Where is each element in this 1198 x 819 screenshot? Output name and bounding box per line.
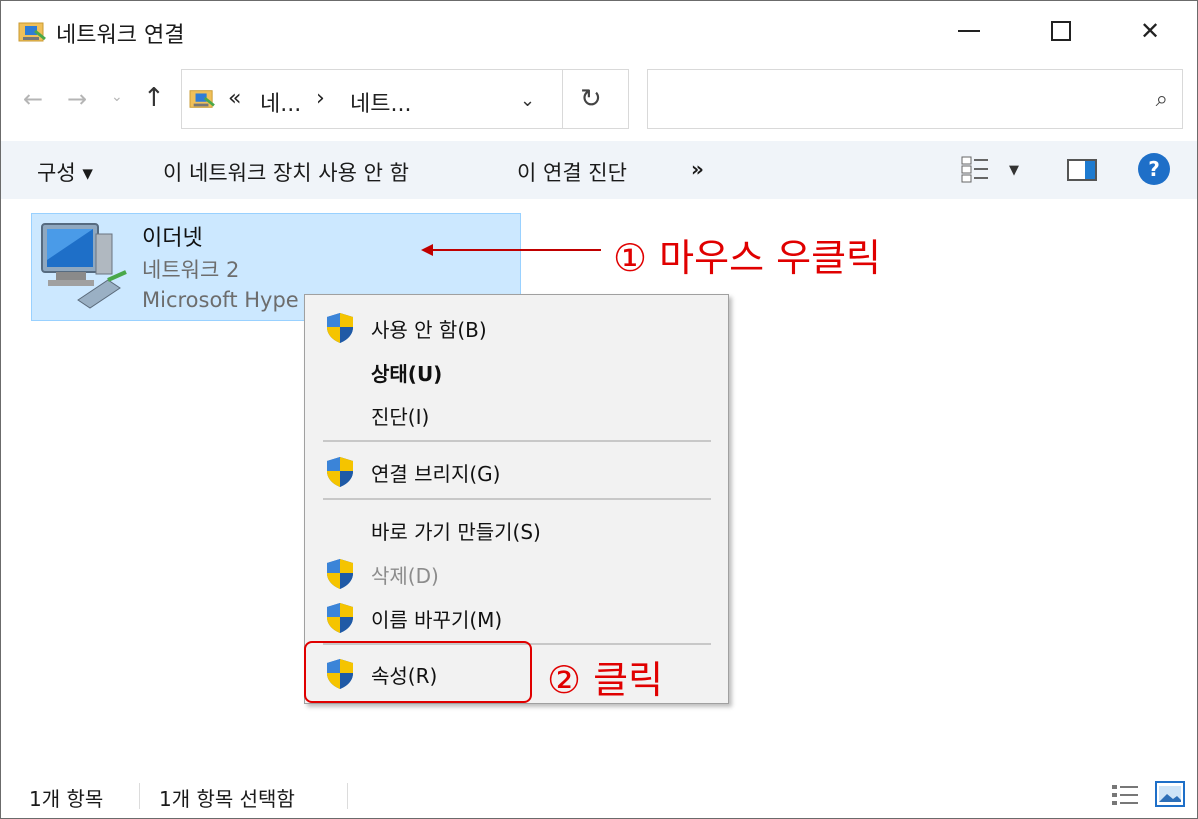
menu-item-label: 이름 바꾸기(M) [371, 608, 503, 632]
preview-pane-icon[interactable] [1067, 159, 1097, 181]
forward-arrow-icon[interactable]: → [67, 85, 87, 113]
menu-item-diagnose[interactable]: 진단(I) [305, 392, 728, 434]
chevron-down-icon[interactable]: ⌄ [520, 90, 535, 111]
menu-item-rename[interactable]: 이름 바꾸기(M) [305, 595, 728, 637]
menu-separator [323, 498, 711, 500]
network-connections-icon [17, 19, 47, 45]
uac-shield-icon [325, 312, 355, 344]
minimize-icon [958, 30, 980, 32]
annotation-arrow-line [429, 249, 601, 251]
divider [562, 70, 563, 128]
menu-item-label: 삭제(D) [371, 564, 439, 588]
diagnose-connection-button[interactable]: 이 연결 진단 [517, 157, 627, 187]
landscape-icon [1159, 786, 1181, 802]
window-title: 네트워크 연결 [56, 23, 185, 48]
menu-item-delete: 삭제(D) [305, 551, 728, 593]
menu-item-label: 바로 가기 만들기(S) [371, 520, 541, 544]
annotation-step-1: ① 마우스 우클릭 [613, 236, 881, 280]
menu-item-label: 연결 브리지(G) [371, 462, 501, 486]
menu-item-label: 사용 안 함(B) [371, 318, 487, 342]
search-input[interactable]: ⌕ [647, 69, 1183, 129]
minimize-button[interactable] [928, 1, 1010, 61]
change-view-icon[interactable] [961, 155, 991, 185]
annotation-arrow-head [421, 244, 433, 256]
menu-item-label: 상태(U) [371, 362, 443, 386]
address-overflow[interactable]: « [228, 86, 241, 111]
menu-item-bridge[interactable]: 연결 브리지(G) [305, 449, 728, 491]
large-icons-view-icon[interactable] [1155, 781, 1185, 807]
back-arrow-icon[interactable]: ← [23, 85, 43, 113]
item-count: 1개 항목 [29, 787, 104, 811]
help-icon[interactable]: ? [1138, 153, 1170, 185]
recent-locations-dropdown-icon[interactable]: ⌄ [111, 89, 123, 105]
uac-shield-icon [325, 456, 355, 488]
menu-item-status[interactable]: 상태(U) [305, 349, 728, 391]
breadcrumb-segment[interactable]: 네... [260, 86, 301, 118]
navigation-bar: ← → ⌄ ↑ « 네... › 네트... ⌄ ↻ ⌕ [1, 61, 1197, 141]
status-bar: 1개 항목 1개 항목 선택함 [1, 771, 1197, 818]
annotation-step-2: ② 클릭 [547, 658, 664, 702]
details-view-icon[interactable] [1111, 783, 1139, 807]
breadcrumb-segment[interactable]: 네트... [350, 86, 411, 118]
title-bar: 네트워크 연결 ✕ [1, 1, 1197, 61]
connection-adapter: Microsoft Hype [142, 288, 299, 312]
maximize-icon [1051, 21, 1071, 41]
organize-menu[interactable]: 구성 ▾ [37, 157, 93, 187]
menu-item-create-shortcut[interactable]: 바로 가기 만들기(S) [305, 507, 728, 549]
up-arrow-icon[interactable]: ↑ [143, 83, 165, 113]
uac-shield-icon [325, 602, 355, 634]
menu-item-label: 진단(I) [371, 405, 430, 429]
uac-shield-icon [325, 558, 355, 590]
menu-separator [323, 440, 711, 442]
command-bar: 구성 ▾ 이 네트워크 장치 사용 안 함 이 연결 진단 » ▼ ? [1, 141, 1197, 199]
view-options-dropdown-icon[interactable]: ▼ [1009, 163, 1019, 178]
close-icon: ✕ [1139, 17, 1161, 45]
divider [347, 783, 348, 809]
network-connections-window: 네트워크 연결 ✕ ← → ⌄ ↑ « 네... › 네트... ⌄ ↻ ⌕ 구… [0, 0, 1198, 819]
connection-name: 이더넷 [142, 226, 203, 251]
more-commands-button[interactable]: » [691, 157, 704, 181]
breadcrumb-separator[interactable]: › [316, 86, 325, 111]
selected-count: 1개 항목 선택함 [159, 787, 295, 811]
network-connections-icon [188, 87, 216, 111]
ethernet-adapter-icon [41, 223, 127, 309]
close-button[interactable]: ✕ [1109, 1, 1191, 61]
pane-fill [1085, 161, 1095, 179]
annotation-highlight-box [304, 641, 532, 703]
search-icon[interactable]: ⌕ [1156, 87, 1168, 112]
refresh-icon[interactable]: ↻ [580, 84, 602, 114]
address-bar[interactable]: « 네... › 네트... ⌄ ↻ [181, 69, 629, 129]
menu-item-disable[interactable]: 사용 안 함(B) [305, 305, 728, 347]
divider [139, 783, 140, 809]
disable-device-button[interactable]: 이 네트워크 장치 사용 안 함 [163, 157, 409, 187]
maximize-button[interactable] [1020, 1, 1102, 61]
connection-network: 네트워크 2 [142, 258, 240, 282]
